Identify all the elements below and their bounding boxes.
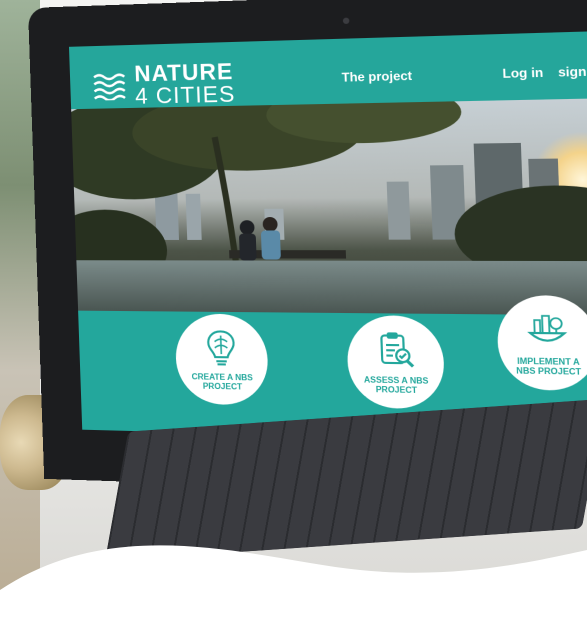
- card-implement-project[interactable]: IMPLEMENT A NBS PROJECT: [496, 295, 587, 392]
- site-navbar: NATURE 4 CITIES The project Log in sign …: [68, 30, 587, 110]
- card-create-label: CREATE A NBS PROJECT: [191, 371, 254, 392]
- card-implement-label: IMPLEMENT A NBS PROJECT: [516, 356, 582, 377]
- white-wave-overlay: [0, 545, 587, 618]
- laptop-screen: NATURE 4 CITIES The project Log in sign …: [68, 30, 587, 445]
- photo-scene: NATURE 4 CITIES The project Log in sign …: [0, 0, 587, 618]
- card-assess-label: ASSESS A NBS PROJECT: [363, 374, 429, 396]
- webcam-dot: [342, 17, 350, 25]
- waves-icon: [92, 72, 127, 101]
- brain-lightbulb-icon: [200, 327, 243, 369]
- nav-link-login[interactable]: Log in: [502, 65, 543, 81]
- nav-link-project[interactable]: The project: [341, 68, 412, 84]
- card-assess-project[interactable]: ASSESS A NBS PROJECT: [345, 315, 446, 410]
- clipboard-magnifier-icon: [372, 329, 417, 372]
- logo-line-2: 4 CITIES: [134, 81, 236, 109]
- site-logo[interactable]: NATURE 4 CITIES: [92, 58, 236, 109]
- hero-photo: [71, 97, 587, 316]
- nav-link-signup[interactable]: sign up: [558, 63, 587, 79]
- card-create-project[interactable]: CREATE A NBS PROJECT: [174, 313, 270, 406]
- city-plants-icon: [524, 309, 571, 353]
- logo-text: NATURE 4 CITIES: [134, 58, 236, 109]
- lake-water: [76, 260, 587, 316]
